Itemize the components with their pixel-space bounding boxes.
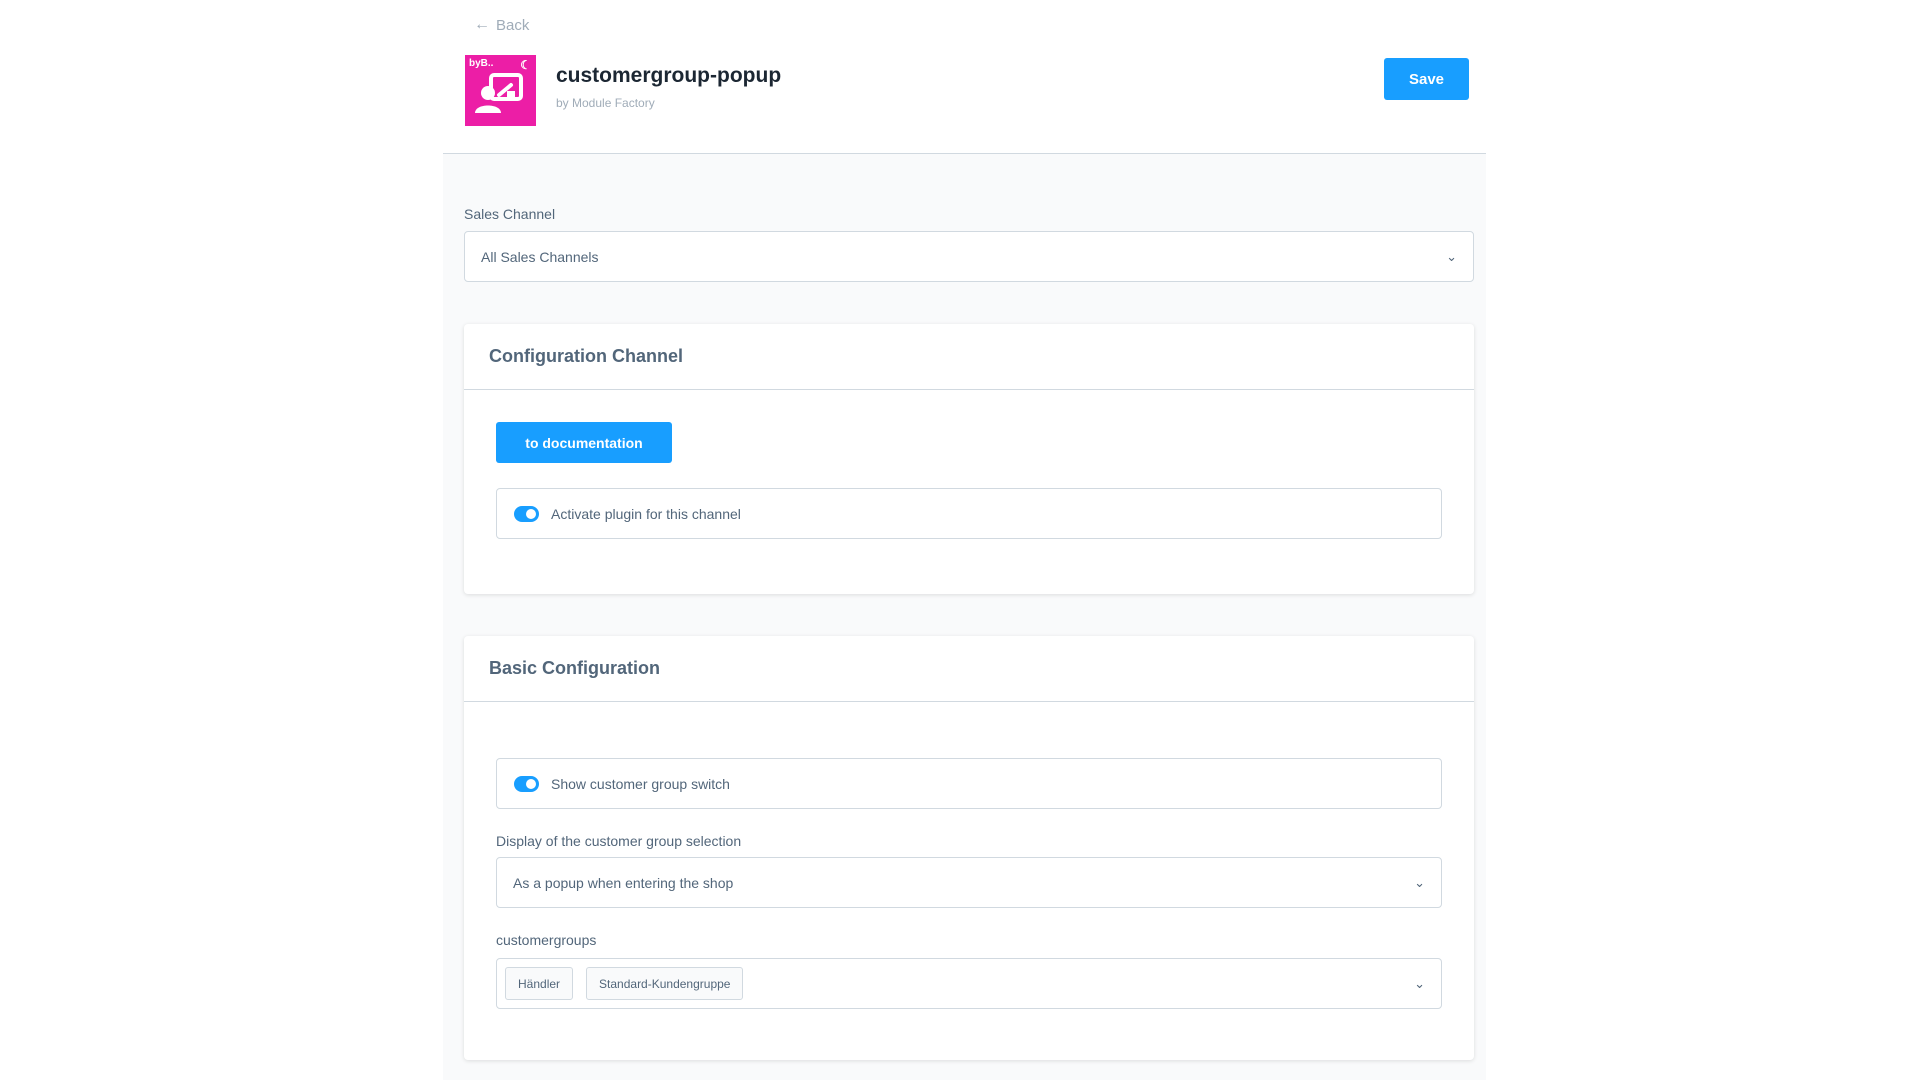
display-selection-value: As a popup when entering the shop bbox=[513, 874, 734, 891]
show-customer-group-switch-label: Show customer group switch bbox=[551, 775, 730, 792]
to-documentation-button[interactable]: to documentation bbox=[496, 422, 672, 463]
plugin-config-page: ← Back byB.. ☾ customergroup-popup by Mo… bbox=[443, 0, 1486, 1080]
arrow-left-icon: ← bbox=[474, 16, 490, 33]
activate-plugin-label: Activate plugin for this channel bbox=[551, 505, 741, 522]
customergroup-chip[interactable]: Händler bbox=[505, 967, 574, 1000]
customergroup-chip[interactable]: Standard-Kundengruppe bbox=[586, 967, 744, 1000]
card-title: Configuration Channel bbox=[464, 324, 1474, 390]
card-title: Basic Configuration bbox=[464, 636, 1474, 702]
chevron-down-icon: ⌄ bbox=[1414, 975, 1425, 991]
app-icon-graphic bbox=[475, 73, 523, 113]
back-label: Back bbox=[496, 16, 530, 34]
sales-channel-value: All Sales Channels bbox=[481, 248, 599, 265]
show-customer-group-switch-toggle[interactable] bbox=[514, 775, 539, 792]
display-selection-label: Display of the customer group selection bbox=[496, 833, 742, 849]
customergroups-multiselect[interactable]: Händler Standard-Kundengruppe ⌄ bbox=[496, 958, 1442, 1009]
back-link[interactable]: ← Back bbox=[474, 16, 529, 34]
configuration-channel-card: Configuration Channel to documentation A… bbox=[464, 324, 1474, 594]
basic-configuration-card: Basic Configuration Show customer group … bbox=[464, 636, 1474, 1060]
sales-channel-label: Sales Channel bbox=[464, 206, 556, 222]
chevron-down-icon: ⌄ bbox=[1446, 248, 1457, 264]
app-title: customergroup-popup bbox=[556, 64, 782, 87]
app-vendor: by Module Factory bbox=[556, 96, 655, 110]
show-customer-group-switch-field[interactable]: Show customer group switch bbox=[496, 758, 1442, 809]
activate-plugin-toggle[interactable] bbox=[514, 505, 539, 522]
plugin-header: ← Back byB.. ☾ customergroup-popup by Mo… bbox=[443, 0, 1486, 154]
customergroups-label: customergroups bbox=[496, 932, 597, 948]
activate-plugin-field[interactable]: Activate plugin for this channel bbox=[496, 488, 1442, 539]
save-button[interactable]: Save bbox=[1384, 58, 1469, 100]
display-selection-select[interactable]: As a popup when entering the shop ⌄ bbox=[496, 857, 1442, 908]
sales-channel-select[interactable]: All Sales Channels ⌄ bbox=[464, 231, 1474, 282]
chevron-down-icon: ⌄ bbox=[1414, 874, 1425, 890]
customer-group-popup-app-icon: byB.. ☾ bbox=[465, 55, 536, 126]
